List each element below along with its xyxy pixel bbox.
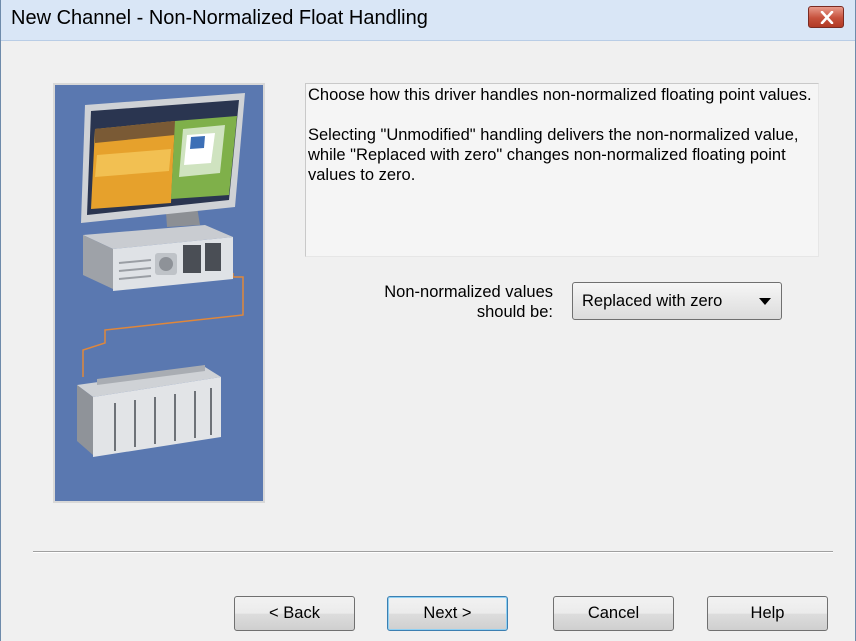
next-button[interactable]: Next > <box>387 596 508 631</box>
close-icon <box>820 11 834 24</box>
title-bar[interactable]: New Channel - Non-Normalized Float Handl… <box>1 0 855 41</box>
computer-plc-illustration <box>55 85 263 501</box>
separator <box>33 551 833 553</box>
dialog-body: Choose how this driver handles non-norma… <box>1 41 855 641</box>
description-box: Choose how this driver handles non-norma… <box>305 83 819 257</box>
label-line: should be: <box>476 303 553 321</box>
non-normalized-values-label: Non-normalized values should be: <box>331 282 553 322</box>
label-line: Non-normalized values <box>384 283 553 301</box>
back-button[interactable]: < Back <box>234 596 355 631</box>
description-paragraph: Choose how this driver handles non-norma… <box>308 86 812 104</box>
chevron-down-icon <box>759 298 771 305</box>
help-button[interactable]: Help <box>707 596 828 631</box>
cancel-button[interactable]: Cancel <box>553 596 674 631</box>
close-button[interactable] <box>808 6 844 28</box>
window-title: New Channel - Non-Normalized Float Handl… <box>11 7 428 29</box>
dialog-window: New Channel - Non-Normalized Float Handl… <box>0 0 856 641</box>
non-normalized-values-select[interactable]: Replaced with zero <box>572 282 782 320</box>
wizard-illustration <box>53 83 265 503</box>
description-paragraph: Selecting "Unmodified" handling delivers… <box>308 126 799 184</box>
select-value: Replaced with zero <box>582 292 723 310</box>
